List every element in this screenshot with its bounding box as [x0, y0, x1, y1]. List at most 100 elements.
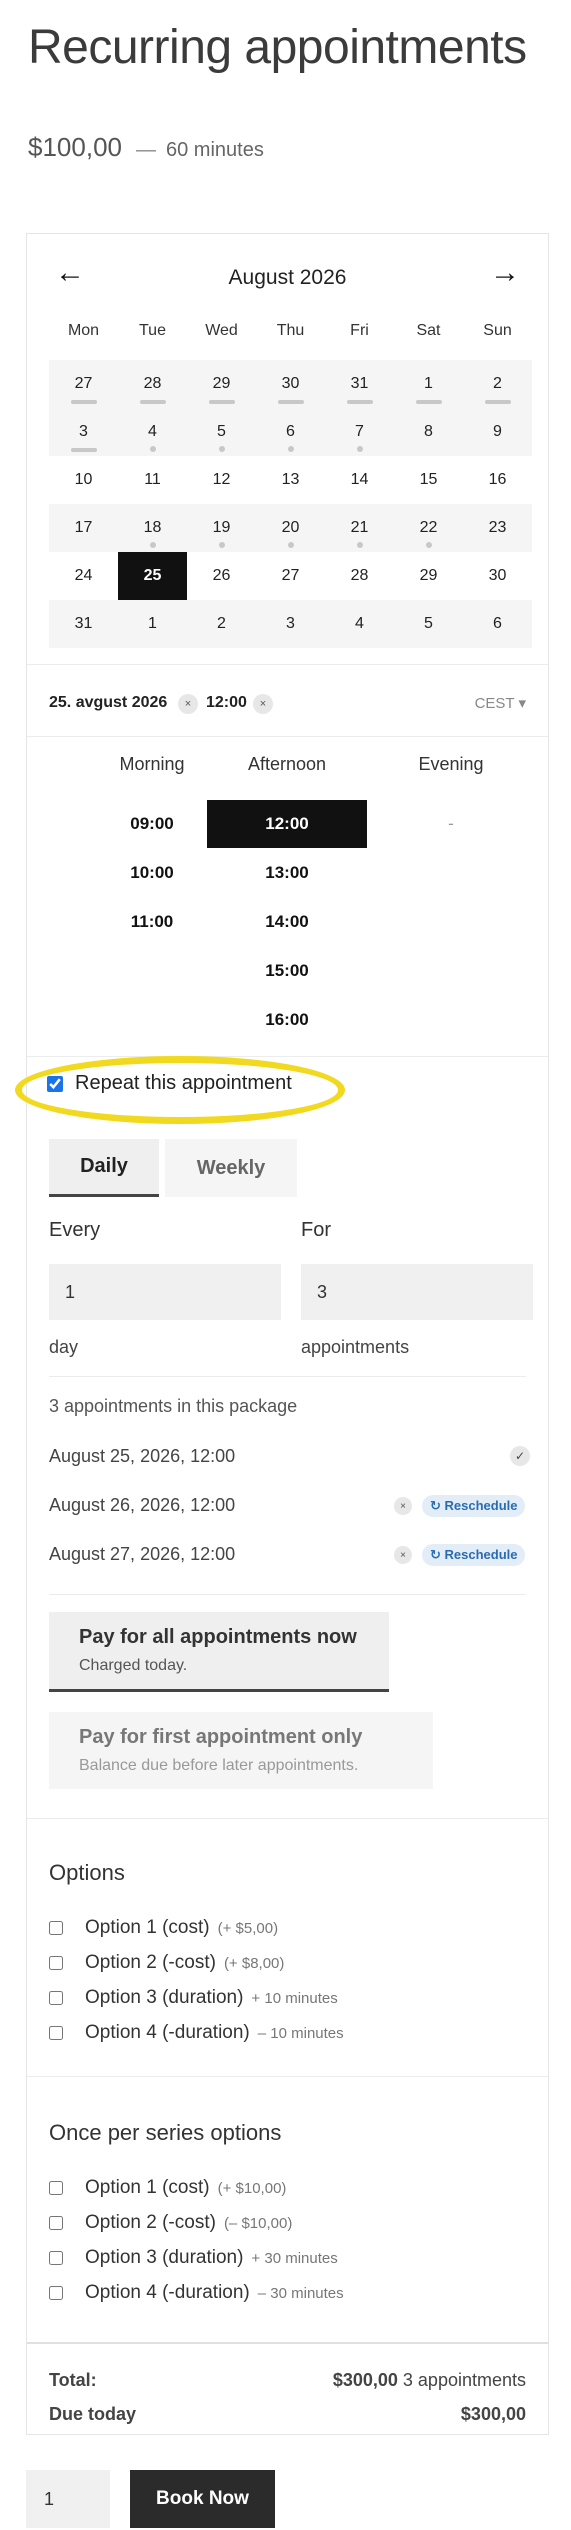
tab-daily[interactable]: Daily [49, 1139, 159, 1197]
calendar-day-number: 11 [144, 471, 161, 488]
package-summary: 3 appointments in this package [49, 1396, 298, 1416]
calendar-day[interactable]: 24 [49, 552, 118, 600]
calendar-day[interactable]: 9 [463, 408, 532, 456]
calendar-day[interactable]: 27 [49, 360, 118, 408]
option-checkbox[interactable] [49, 2286, 63, 2300]
calendar-day[interactable]: 3 [49, 408, 118, 456]
time-slot[interactable]: 13:00 [207, 849, 367, 897]
calendar-day[interactable]: 29 [394, 552, 463, 600]
calendar-day-number: 17 [74, 519, 93, 536]
calendar-day[interactable]: 16 [463, 456, 532, 504]
for-input[interactable] [301, 1264, 533, 1320]
calendar-day[interactable]: 13 [256, 456, 325, 504]
calendar-day[interactable]: 31 [49, 600, 118, 648]
calendar-day[interactable]: 10 [49, 456, 118, 504]
series-option-item[interactable]: Option 1 (cost) (+ $10,00) [49, 2177, 286, 2199]
calendar-day[interactable]: 28 [325, 552, 394, 600]
for-unit: appointments [301, 1337, 410, 1357]
calendar-day[interactable]: 2 [463, 360, 532, 408]
calendar-day[interactable]: 27 [256, 552, 325, 600]
booking-card: ← August 2026 → Mon Tue Wed Thu Fri Sat … [15, 233, 549, 2435]
quantity-input[interactable] [26, 2470, 110, 2528]
calendar-day[interactable]: 4 [325, 600, 394, 648]
calendar-day-number: 27 [74, 375, 93, 392]
calendar-day[interactable]: 28 [118, 360, 187, 408]
calendar-day-number: 5 [217, 423, 226, 440]
option-checkbox[interactable] [49, 2181, 63, 2195]
calendar-day[interactable]: 15 [394, 456, 463, 504]
option-checkbox[interactable] [49, 1921, 63, 1935]
calendar-day-number: 13 [281, 471, 300, 488]
option-name: Option 4 (-duration) [85, 2282, 250, 2303]
calendar-day-number: 3 [286, 615, 295, 632]
calendar-day[interactable]: 2 [187, 600, 256, 648]
calendar-day-number: 14 [350, 471, 369, 488]
calendar-day[interactable]: 30 [463, 552, 532, 600]
time-slot-selected[interactable]: 12:00 [207, 800, 367, 848]
option-item[interactable]: Option 2 (-cost) (+ $8,00) [49, 1952, 284, 1974]
calendar-day[interactable]: 22 [394, 504, 463, 552]
calendar-day[interactable]: 14 [325, 456, 394, 504]
calendar-day[interactable]: 29 [187, 360, 256, 408]
calendar-day[interactable]: 19 [187, 504, 256, 552]
option-extra: (+ $5,00) [217, 1919, 279, 1937]
calendar-day[interactable]: 3 [256, 600, 325, 648]
option-checkbox[interactable] [49, 2026, 63, 2040]
repeat-toggle[interactable]: Repeat this appointment [47, 1072, 292, 1095]
total-value: $300,00 3 appointments [333, 2370, 526, 2391]
calendar-day[interactable]: 21 [325, 504, 394, 552]
pay-all-option[interactable]: Pay for all appointments now Charged tod… [49, 1612, 389, 1692]
calendar-day[interactable]: 6 [463, 600, 532, 648]
calendar-day[interactable]: 26 [187, 552, 256, 600]
time-slot[interactable]: 15:00 [207, 947, 367, 995]
calendar-day[interactable]: 30 [256, 360, 325, 408]
book-now-button[interactable]: Book Now [130, 2470, 275, 2528]
calendar-day[interactable]: 1 [394, 360, 463, 408]
series-option-item[interactable]: Option 4 (-duration) – 30 minutes [49, 2282, 344, 2304]
option-extra: (– $10,00) [223, 2214, 293, 2232]
repeat-checkbox[interactable] [47, 1075, 63, 1092]
tab-weekly[interactable]: Weekly [165, 1139, 297, 1197]
reschedule-button[interactable]: ↻ Reschedule [422, 1544, 526, 1566]
remove-time-icon[interactable]: × [253, 694, 273, 714]
option-checkbox[interactable] [49, 1956, 63, 1970]
calendar-day[interactable]: 7 [325, 408, 394, 456]
availability-bar [209, 400, 235, 404]
calendar-day[interactable]: 5 [394, 600, 463, 648]
time-slot[interactable]: 16:00 [207, 996, 367, 1044]
calendar-day[interactable]: 4 [118, 408, 187, 456]
total-note: 3 appointments [402, 2370, 526, 2390]
series-option-item[interactable]: Option 2 (-cost) (– $10,00) [49, 2212, 292, 2234]
calendar-day-selected[interactable]: 25 [118, 552, 187, 600]
calendar-day[interactable]: 31 [325, 360, 394, 408]
reschedule-button[interactable]: ↻ Reschedule [422, 1495, 526, 1517]
calendar-day[interactable]: 6 [256, 408, 325, 456]
remove-appointment-icon[interactable]: × [394, 1497, 412, 1515]
calendar-day[interactable]: 1 [118, 600, 187, 648]
option-checkbox[interactable] [49, 2216, 63, 2230]
calendar-day[interactable]: 20 [256, 504, 325, 552]
calendar-day-number: 6 [286, 423, 295, 440]
calendar-day[interactable]: 23 [463, 504, 532, 552]
option-item[interactable]: Option 3 (duration) + 10 minutes [49, 1987, 338, 2009]
pay-first-option[interactable]: Pay for first appointment only Balance d… [49, 1712, 433, 1789]
calendar-day[interactable]: 5 [187, 408, 256, 456]
option-item[interactable]: Option 1 (cost) (+ $5,00) [49, 1917, 278, 1939]
option-item[interactable]: Option 4 (-duration) – 10 minutes [49, 2022, 344, 2044]
option-checkbox[interactable] [49, 1991, 63, 2005]
option-checkbox[interactable] [49, 2251, 63, 2265]
every-input[interactable] [49, 1264, 281, 1320]
calendar-day[interactable]: 12 [187, 456, 256, 504]
calendar-day[interactable]: 18 [118, 504, 187, 552]
series-option-item[interactable]: Option 3 (duration) + 30 minutes [49, 2247, 338, 2269]
remove-date-icon[interactable]: × [178, 694, 198, 714]
calendar-day[interactable]: 8 [394, 408, 463, 456]
calendar-day[interactable]: 17 [49, 504, 118, 552]
calendar-day[interactable]: 11 [118, 456, 187, 504]
pay-all-title: Pay for all appointments now [79, 1626, 357, 1648]
time-slot[interactable]: 14:00 [207, 898, 367, 946]
period-evening: Evening [418, 754, 484, 774]
timezone-selector[interactable]: CEST ▾ [475, 694, 526, 712]
next-month-arrow-icon[interactable]: → [490, 256, 520, 290]
remove-appointment-icon[interactable]: × [394, 1546, 412, 1564]
